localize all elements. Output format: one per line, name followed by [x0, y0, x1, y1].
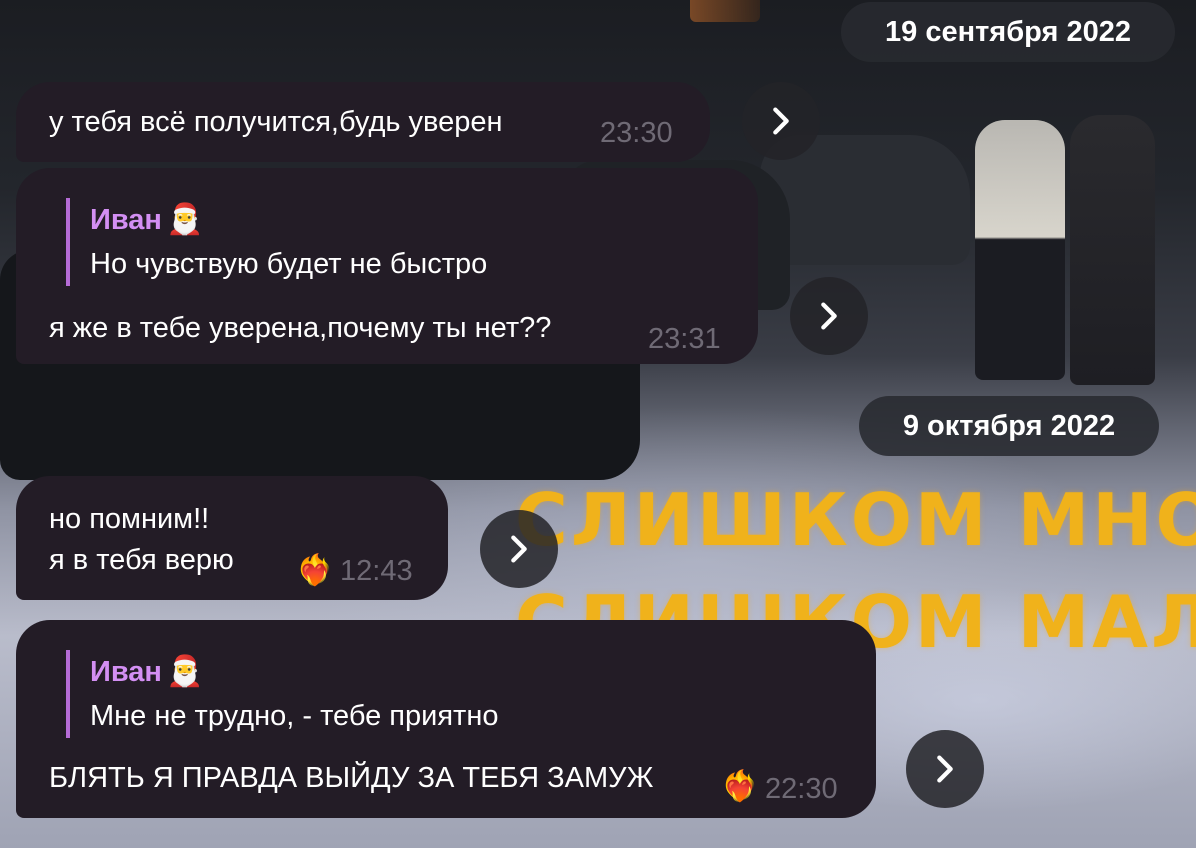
- reply-quote-text: Мне не трудно, - тебе приятно: [90, 700, 499, 732]
- message-bubble[interactable]: у тебя всё получится,будь уверен 23:30: [16, 82, 710, 162]
- message-text: я же в тебе уверена,почему ты нет??: [49, 312, 552, 344]
- date-label: 9 октября 2022: [902, 409, 1116, 442]
- reply-author-name: Иван: [90, 204, 162, 236]
- message-time: 12:43: [340, 555, 413, 587]
- chevron-right-icon: [821, 302, 837, 330]
- reply-author: Иван 🎅: [90, 198, 487, 242]
- overlay-caption-line-1: СЛИШКОМ МНОГО: [515, 478, 1196, 562]
- reply-quote-text: Но чувствую будет не быстро: [90, 248, 488, 280]
- walking-person: [1070, 115, 1155, 385]
- message-bubble[interactable]: Иван 🎅 Мне не трудно, - тебе приятно БЛЯ…: [16, 620, 876, 818]
- burning-heart-icon[interactable]: ❤‍🔥: [296, 556, 333, 586]
- window-light: [690, 0, 760, 22]
- message-bubble[interactable]: но помним!! я в тебя верю ❤‍🔥 12:43: [16, 476, 448, 600]
- date-label: 19 сентября 2022: [885, 15, 1131, 48]
- forward-button[interactable]: [480, 510, 558, 588]
- message-time: 23:30: [600, 117, 673, 149]
- forward-button[interactable]: [790, 277, 868, 355]
- santa-emoji-icon: 🎅: [165, 655, 204, 688]
- message-bubble[interactable]: Иван 🎅 Но чувствую будет не быстро я же …: [16, 168, 758, 364]
- burning-heart-icon[interactable]: ❤‍🔥: [721, 772, 758, 802]
- date-separator: 19 сентября 2022: [841, 2, 1175, 62]
- reply-quote[interactable]: Иван 🎅 Мне не трудно, - тебе приятно: [66, 650, 498, 738]
- chevron-right-icon: [511, 535, 527, 563]
- date-separator: 9 октября 2022: [859, 396, 1159, 456]
- chevron-right-icon: [773, 107, 789, 135]
- walking-person: [975, 120, 1065, 380]
- reply-author: Иван 🎅: [90, 650, 498, 694]
- message-time: 23:31: [648, 323, 721, 355]
- message-text-line-1: но помним!!: [49, 503, 210, 535]
- message-text-line-2: я в тебя верю: [49, 544, 234, 576]
- reply-author-name: Иван: [90, 656, 162, 688]
- message-text: у тебя всё получится,будь уверен: [49, 106, 503, 138]
- forward-button[interactable]: [742, 82, 820, 160]
- message-text: БЛЯТЬ Я ПРАВДА ВЫЙДУ ЗА ТЕБЯ ЗАМУЖ: [49, 762, 654, 794]
- reply-quote[interactable]: Иван 🎅 Но чувствую будет не быстро: [66, 198, 487, 286]
- chevron-right-icon: [937, 755, 953, 783]
- message-time: 22:30: [765, 773, 838, 805]
- forward-button[interactable]: [906, 730, 984, 808]
- santa-emoji-icon: 🎅: [165, 203, 204, 236]
